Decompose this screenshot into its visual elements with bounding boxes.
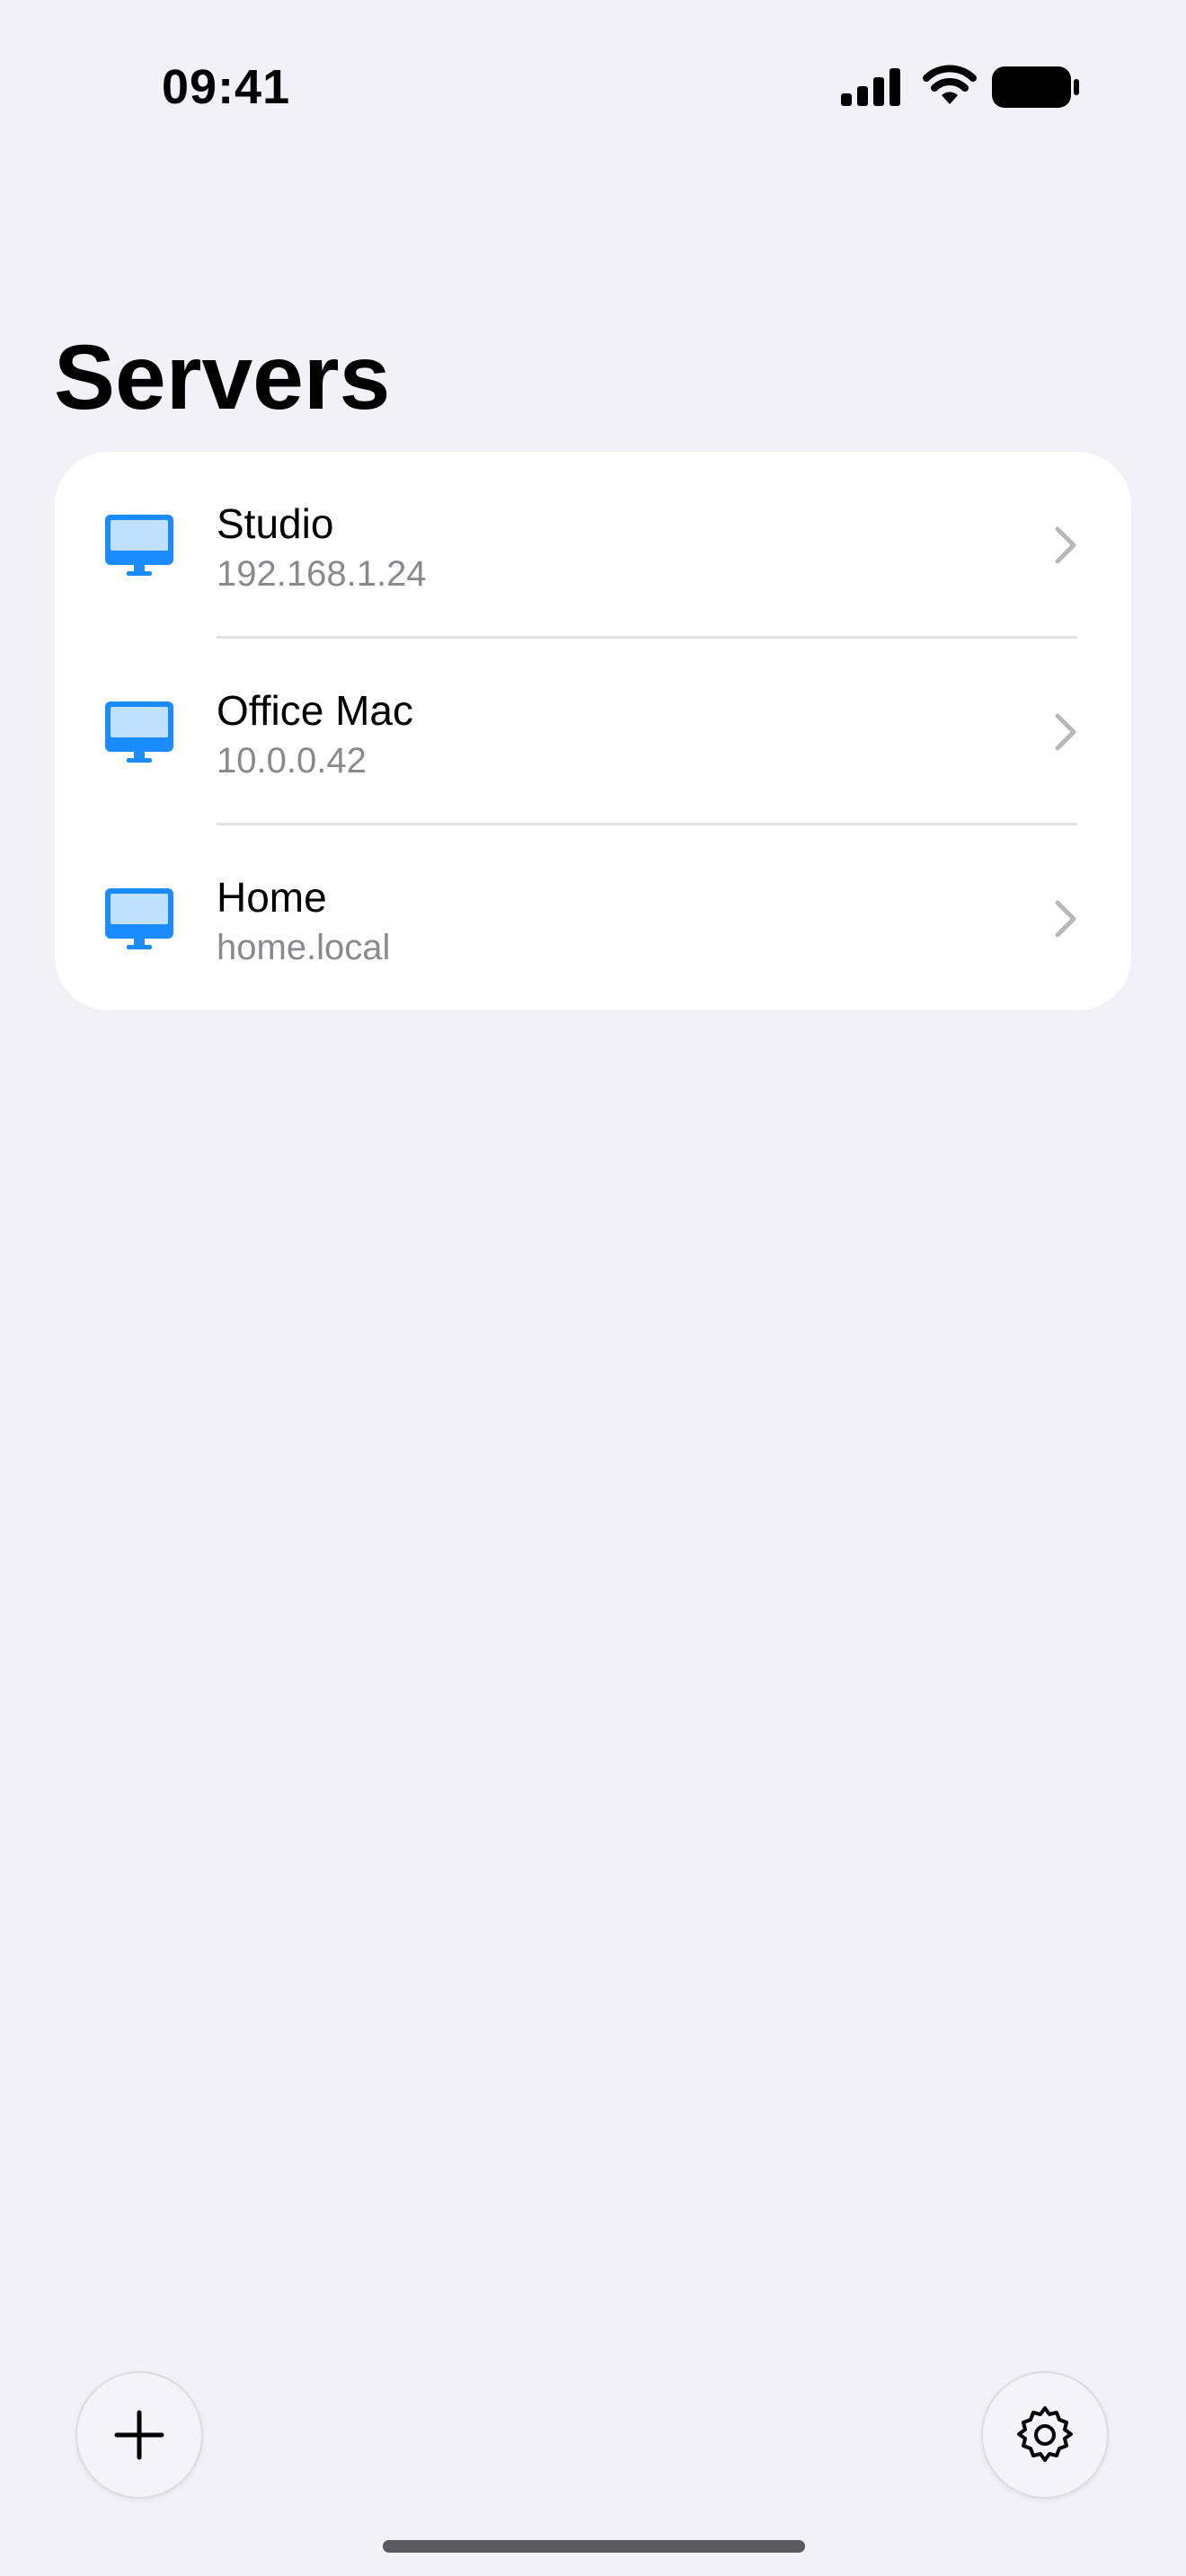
- server-address: 10.0.0.42: [217, 741, 367, 781]
- server-row-studio[interactable]: Studio 192.168.1.24: [55, 452, 1131, 639]
- gear-icon: [1017, 2406, 1073, 2462]
- server-row-home[interactable]: Home home.local: [55, 825, 1131, 1010]
- server-name: Studio: [217, 500, 334, 547]
- server-name: Home: [217, 874, 327, 921]
- status-time: 09:41: [162, 60, 291, 114]
- chevron-right-icon: [1055, 900, 1076, 938]
- monitor-icon: [105, 888, 173, 949]
- monitor-icon: [105, 701, 173, 763]
- cellular-signal-icon: [841, 68, 900, 106]
- plus-icon: [114, 2410, 164, 2460]
- server-address: home.local: [217, 928, 391, 967]
- add-server-button[interactable]: [75, 2371, 203, 2499]
- home-indicator: [383, 2540, 805, 2553]
- page-title: Servers: [54, 326, 391, 428]
- settings-button[interactable]: [981, 2371, 1109, 2499]
- chevron-right-icon: [1055, 713, 1076, 751]
- status-bar: 09:41: [0, 0, 1186, 171]
- wifi-icon: [923, 65, 977, 104]
- server-name: Office Mac: [217, 687, 413, 734]
- battery-icon: [992, 66, 1079, 108]
- server-row-office-mac[interactable]: Office Mac 10.0.0.42: [55, 639, 1131, 825]
- server-address: 192.168.1.24: [217, 554, 427, 594]
- chevron-right-icon: [1055, 526, 1076, 564]
- monitor-icon: [105, 515, 173, 576]
- server-list: Studio 192.168.1.24 Office Mac 10.0.0.42…: [55, 452, 1131, 1010]
